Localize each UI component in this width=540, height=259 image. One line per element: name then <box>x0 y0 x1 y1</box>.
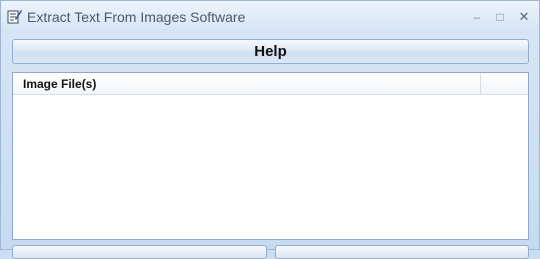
list-header: Image File(s) <box>13 73 528 95</box>
main-window: Extract Text From Images Software – □ ✕ … <box>0 0 540 259</box>
column-header-label: Image File(s) <box>23 77 97 91</box>
bottom-right-button[interactable] <box>275 245 529 259</box>
window-title: Extract Text From Images Software <box>27 9 246 25</box>
app-icon[interactable] <box>6 8 22 24</box>
maximize-button[interactable]: □ <box>492 9 508 25</box>
column-header-image-files[interactable]: Image File(s) <box>13 73 481 94</box>
image-file-list[interactable]: Image File(s) <box>12 72 529 240</box>
minimize-button[interactable]: – <box>469 9 485 25</box>
bottom-left-button[interactable] <box>12 245 267 259</box>
title-bar[interactable]: Extract Text From Images Software – □ ✕ <box>1 1 539 33</box>
help-button[interactable]: Help <box>12 39 529 64</box>
close-button[interactable]: ✕ <box>516 9 532 25</box>
